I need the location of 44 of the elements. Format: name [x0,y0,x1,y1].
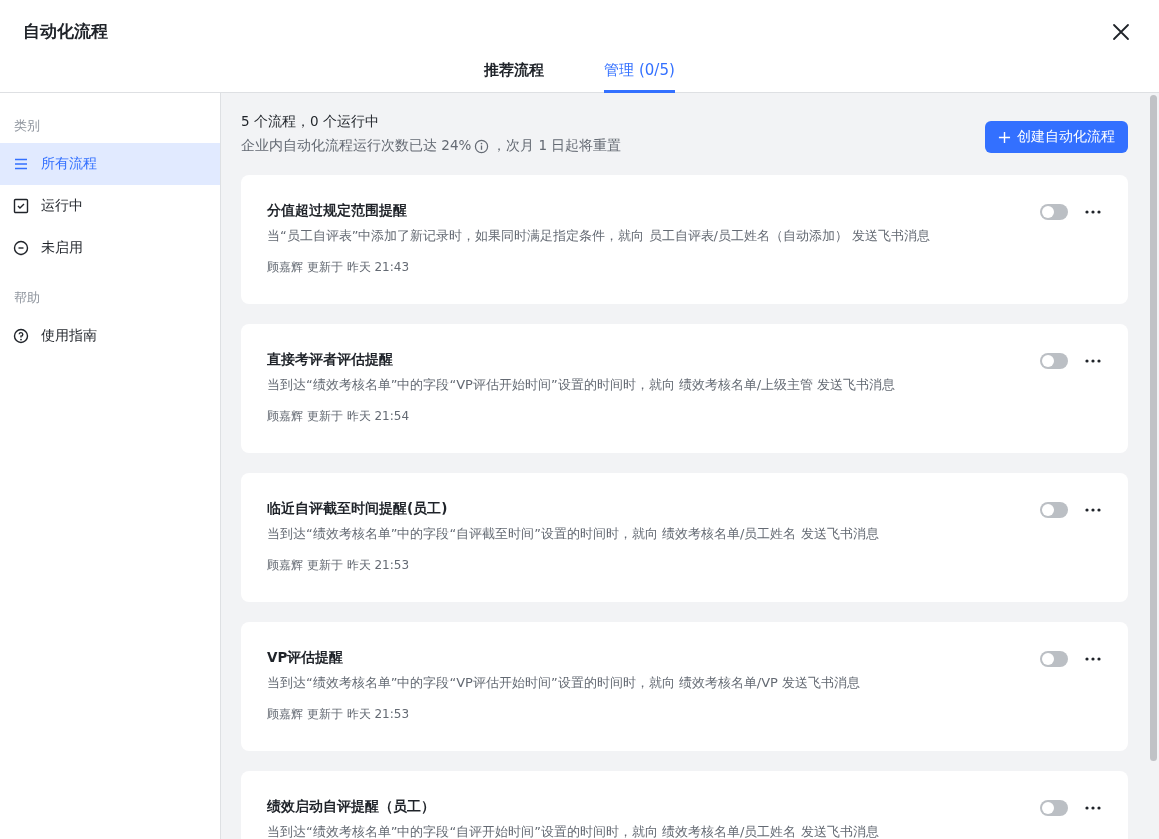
flow-title: 分值超过规定范围提醒 [267,202,408,220]
flow-meta: 顾嘉辉 更新于 昨天 21:54 [267,408,411,425]
flow-title: 绩效启动自评提醒（员工） [267,798,436,816]
flow-meta: 顾嘉辉 更新于 昨天 21:53 [267,557,411,574]
sidebar-item[interactable]: 未启用 [0,227,220,269]
more-icon[interactable] [1084,358,1102,364]
flow-title: VP评估提醒 [267,649,345,667]
section-heading: 帮助 [13,289,41,307]
plus-icon [998,130,1011,144]
scrollbar[interactable] [1150,95,1157,761]
help-icon [13,328,29,344]
section-heading: 类别 [13,117,41,135]
more-icon[interactable] [1084,805,1102,811]
toggle-switch[interactable] [1040,353,1068,369]
toggle-switch[interactable] [1040,204,1068,220]
flow-description: 当到达“绩效考核名单”中的字段“自评开始时间”设置的时间时，就向 绩效考核名单/员工姓名 发送飞书消息 [267,823,879,839]
more-icon[interactable] [1084,209,1102,215]
toggle-switch[interactable] [1040,800,1068,816]
more-icon[interactable] [1084,656,1102,662]
flow-title: 直接考评者评估提醒 [267,351,394,369]
sidebar-item[interactable]: 使用指南 [0,315,220,357]
flow-description: 当到达“绩效考核名单”中的字段“自评截至时间”设置的时间时，就向 绩效考核名单/员工姓名 发送飞书消息 [267,525,879,543]
flow-description: 当“员工自评表”中添加了新记录时，如果同时满足指定条件，就向 员工自评表/员工姓名（自动添加） 发送飞书消息 [267,227,931,245]
usage-text: 企业内自动化流程运行次数已达 24% [241,137,472,155]
flow-description: 当到达“绩效考核名单”中的字段“VP评估开始时间”设置的时间时，就向 绩效考核名单/上级主管 发送飞书消息 [267,376,896,394]
reset-text: ，次月 1 日起将重置 [492,137,622,155]
flow-description: 当到达“绩效考核名单”中的字段“VP评估开始时间”设置的时间时，就向 绩效考核名单/VP 发送飞书消息 [267,674,861,692]
tab[interactable]: 推荐流程 [484,58,545,93]
window-title: 自动化流程 [23,20,108,43]
checkbox-icon [13,198,29,214]
sidebar-item[interactable]: 所有流程 [0,143,220,185]
create-flow-button[interactable]: 创建自动化流程 [985,121,1128,153]
toggle-switch[interactable] [1040,502,1068,518]
flow-meta: 顾嘉辉 更新于 昨天 21:53 [267,706,411,723]
info-icon[interactable] [474,138,490,154]
flow-title: 临近自评截至时间提醒(员工) [267,500,449,518]
close-icon[interactable] [1111,21,1131,42]
minus-circle-icon [13,240,29,256]
flow-count: 5 个流程，0 个运行中 [241,113,380,131]
sidebar-item[interactable]: 运行中 [0,185,220,227]
toggle-switch[interactable] [1040,651,1068,667]
more-icon[interactable] [1084,507,1102,513]
flow-meta: 顾嘉辉 更新于 昨天 21:43 [267,259,411,276]
list-icon [13,156,29,172]
